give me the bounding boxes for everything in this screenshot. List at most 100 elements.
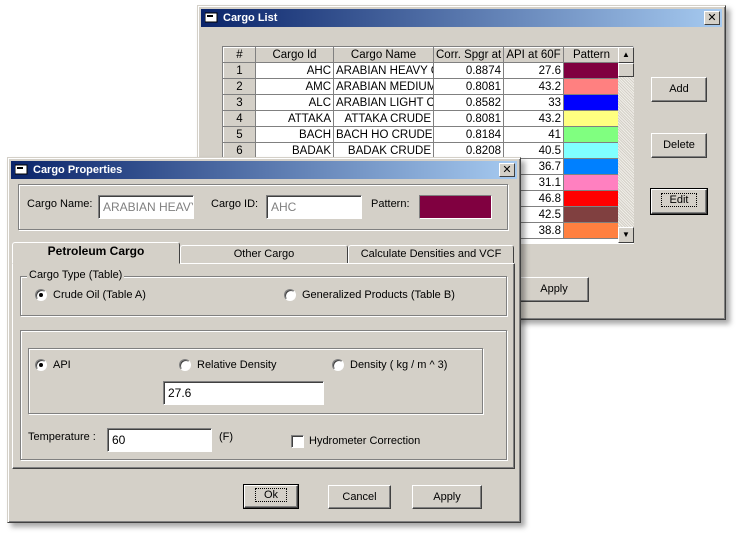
row-number-cell[interactable]: 4 bbox=[223, 110, 256, 127]
col-header-api[interactable]: API at 60F bbox=[503, 47, 564, 63]
api-value-field[interactable]: 27.6 bbox=[163, 381, 324, 405]
cargo-name-cell[interactable]: ARABIAN LIGHT CRUDE bbox=[333, 94, 434, 111]
pattern-cell[interactable] bbox=[563, 174, 620, 191]
tab-calculate-densities[interactable]: Calculate Densities and VCF bbox=[348, 245, 514, 264]
cargo-properties-window: Cargo Properties ✕ Cargo Name: ARABIAN H… bbox=[7, 157, 521, 523]
pattern-swatch[interactable] bbox=[419, 195, 492, 219]
cargo-id-cell[interactable]: AMC bbox=[255, 78, 334, 95]
spgr-cell[interactable]: 0.8582 bbox=[433, 94, 504, 111]
pattern-cell[interactable] bbox=[563, 78, 620, 95]
api-label[interactable]: API bbox=[53, 359, 71, 371]
density-radio[interactable] bbox=[332, 359, 344, 371]
scroll-up-button[interactable]: ▲ bbox=[618, 47, 634, 63]
pattern-cell[interactable] bbox=[563, 110, 620, 127]
tab-petroleum-cargo[interactable]: Petroleum Cargo bbox=[12, 242, 180, 264]
delete-button-label: Delete bbox=[663, 139, 695, 151]
row-number-cell[interactable]: 3 bbox=[223, 94, 256, 111]
cargo-id-cell[interactable]: ALC bbox=[255, 94, 334, 111]
api-radio[interactable] bbox=[35, 359, 47, 371]
delete-button[interactable]: Delete bbox=[651, 133, 707, 158]
row-number-cell[interactable]: 5 bbox=[223, 126, 256, 143]
cargo-properties-close-button[interactable]: ✕ bbox=[499, 163, 515, 177]
temperature-field[interactable]: 60 bbox=[107, 428, 212, 452]
cargo-id-cell[interactable]: AHC bbox=[255, 62, 334, 79]
table-row[interactable]: 2AMCARABIAN MEDIUM CRUDE0.808143.2 bbox=[223, 78, 620, 95]
app-icon bbox=[205, 12, 218, 23]
hydrometer-checkbox[interactable] bbox=[291, 435, 304, 448]
table-row[interactable]: 4 ATTAKA ATTAKA CRUDE 0.8081 43.2 bbox=[223, 110, 620, 127]
api-cell[interactable]: 33 bbox=[503, 94, 564, 111]
arrow-up-icon: ▲ bbox=[622, 50, 630, 59]
add-button[interactable]: Add bbox=[651, 77, 707, 102]
cargo-grid-scrollbar[interactable]: ▲ ▼ bbox=[618, 47, 634, 243]
cargo-list-apply-label: Apply bbox=[540, 283, 568, 295]
api-cell[interactable]: 27.6 bbox=[503, 62, 564, 79]
cargo-id-cell[interactable]: BACH bbox=[255, 126, 334, 143]
col-header-spgr[interactable]: Corr. Spgr at 15 bbox=[433, 47, 504, 63]
cargo-list-apply-button[interactable]: Apply bbox=[519, 277, 589, 302]
cargo-properties-title: Cargo Properties bbox=[33, 164, 123, 176]
table-row[interactable]: 5 BACH BACH HO CRUDE 0.8184 41 bbox=[223, 126, 620, 143]
col-header-cargo-name[interactable]: Cargo Name bbox=[333, 47, 434, 63]
scroll-thumb[interactable] bbox=[618, 63, 634, 77]
spgr-cell[interactable]: 0.8184 bbox=[433, 126, 504, 143]
cargo-properties-apply-button[interactable]: Apply bbox=[412, 485, 482, 509]
tab-calculate-densities-label: Calculate Densities and VCF bbox=[360, 248, 502, 260]
col-header-num[interactable]: # bbox=[223, 47, 256, 63]
spgr-cell[interactable]: 0.8874 bbox=[433, 62, 504, 79]
pattern-cell[interactable] bbox=[563, 222, 620, 239]
generalized-products-label[interactable]: Generalized Products (Table B) bbox=[302, 289, 455, 301]
pattern-cell[interactable] bbox=[563, 206, 620, 223]
cargo-name-cell[interactable]: ARABIAN HEAVY CRUDE bbox=[333, 62, 434, 79]
ok-button[interactable]: Ok bbox=[243, 484, 299, 509]
col-header-pattern[interactable]: Pattern bbox=[563, 47, 620, 63]
cargo-id-cell[interactable]: ATTAKA bbox=[255, 110, 334, 127]
crude-oil-label[interactable]: Crude Oil (Table A) bbox=[53, 289, 146, 301]
add-button-label: Add bbox=[669, 83, 689, 95]
api-cell[interactable]: 41 bbox=[503, 126, 564, 143]
scroll-down-button[interactable]: ▼ bbox=[618, 227, 634, 243]
pattern-cell[interactable] bbox=[563, 62, 620, 79]
density-label[interactable]: Density ( kg / m ^ 3) bbox=[350, 359, 447, 371]
api-cell[interactable]: 43.2 bbox=[503, 110, 564, 127]
cargo-name-cell[interactable]: BACH HO CRUDE bbox=[333, 126, 434, 143]
tab-other-cargo[interactable]: Other Cargo bbox=[180, 245, 348, 264]
cargo-name-cell[interactable]: ARABIAN MEDIUM CRUDE bbox=[333, 78, 434, 95]
col-header-cargo-id[interactable]: Cargo Id bbox=[255, 47, 334, 63]
pattern-cell[interactable] bbox=[563, 94, 620, 111]
temperature-label: Temperature : bbox=[28, 431, 96, 443]
table-row[interactable]: 3ALCARABIAN LIGHT CRUDE0.858233 bbox=[223, 94, 620, 111]
cancel-button-label: Cancel bbox=[342, 491, 377, 503]
pattern-label: Pattern: bbox=[371, 198, 410, 210]
spgr-cell[interactable]: 0.8081 bbox=[433, 78, 504, 95]
close-icon: ✕ bbox=[707, 11, 717, 24]
relative-density-label[interactable]: Relative Density bbox=[197, 359, 276, 371]
crude-oil-radio[interactable] bbox=[35, 289, 47, 301]
relative-density-radio[interactable] bbox=[179, 359, 191, 371]
pattern-cell[interactable] bbox=[563, 126, 620, 143]
pattern-cell[interactable] bbox=[563, 158, 620, 175]
edit-button[interactable]: Edit bbox=[650, 188, 708, 215]
cargo-name-field[interactable]: ARABIAN HEAVY CRUDE bbox=[98, 195, 194, 219]
edit-button-label: Edit bbox=[660, 193, 698, 207]
cargo-id-field[interactable]: AHC bbox=[266, 195, 362, 219]
table-row[interactable]: 1AHCARABIAN HEAVY CRUDE0.887427.6 bbox=[223, 62, 620, 79]
pattern-cell[interactable] bbox=[563, 190, 620, 207]
pattern-cell[interactable] bbox=[563, 142, 620, 159]
ok-button-label: Ok bbox=[254, 488, 288, 502]
row-number-cell[interactable]: 2 bbox=[223, 78, 256, 95]
api-cell[interactable]: 43.2 bbox=[503, 78, 564, 95]
temperature-unit: (F) bbox=[219, 431, 234, 443]
cargo-properties-titlebar[interactable]: Cargo Properties ✕ bbox=[11, 161, 517, 179]
close-icon: ✕ bbox=[502, 163, 512, 176]
generalized-products-radio[interactable] bbox=[284, 289, 296, 301]
cargo-list-titlebar[interactable]: Cargo List ✕ bbox=[201, 9, 722, 27]
spgr-cell[interactable]: 0.8081 bbox=[433, 110, 504, 127]
cargo-properties-apply-label: Apply bbox=[433, 491, 461, 503]
row-number-cell[interactable]: 1 bbox=[223, 62, 256, 79]
arrow-down-icon: ▼ bbox=[622, 230, 630, 239]
cargo-name-cell[interactable]: ATTAKA CRUDE bbox=[333, 110, 434, 127]
hydrometer-label[interactable]: Hydrometer Correction bbox=[309, 435, 420, 447]
cargo-list-close-button[interactable]: ✕ bbox=[704, 11, 720, 25]
cancel-button[interactable]: Cancel bbox=[328, 485, 391, 509]
